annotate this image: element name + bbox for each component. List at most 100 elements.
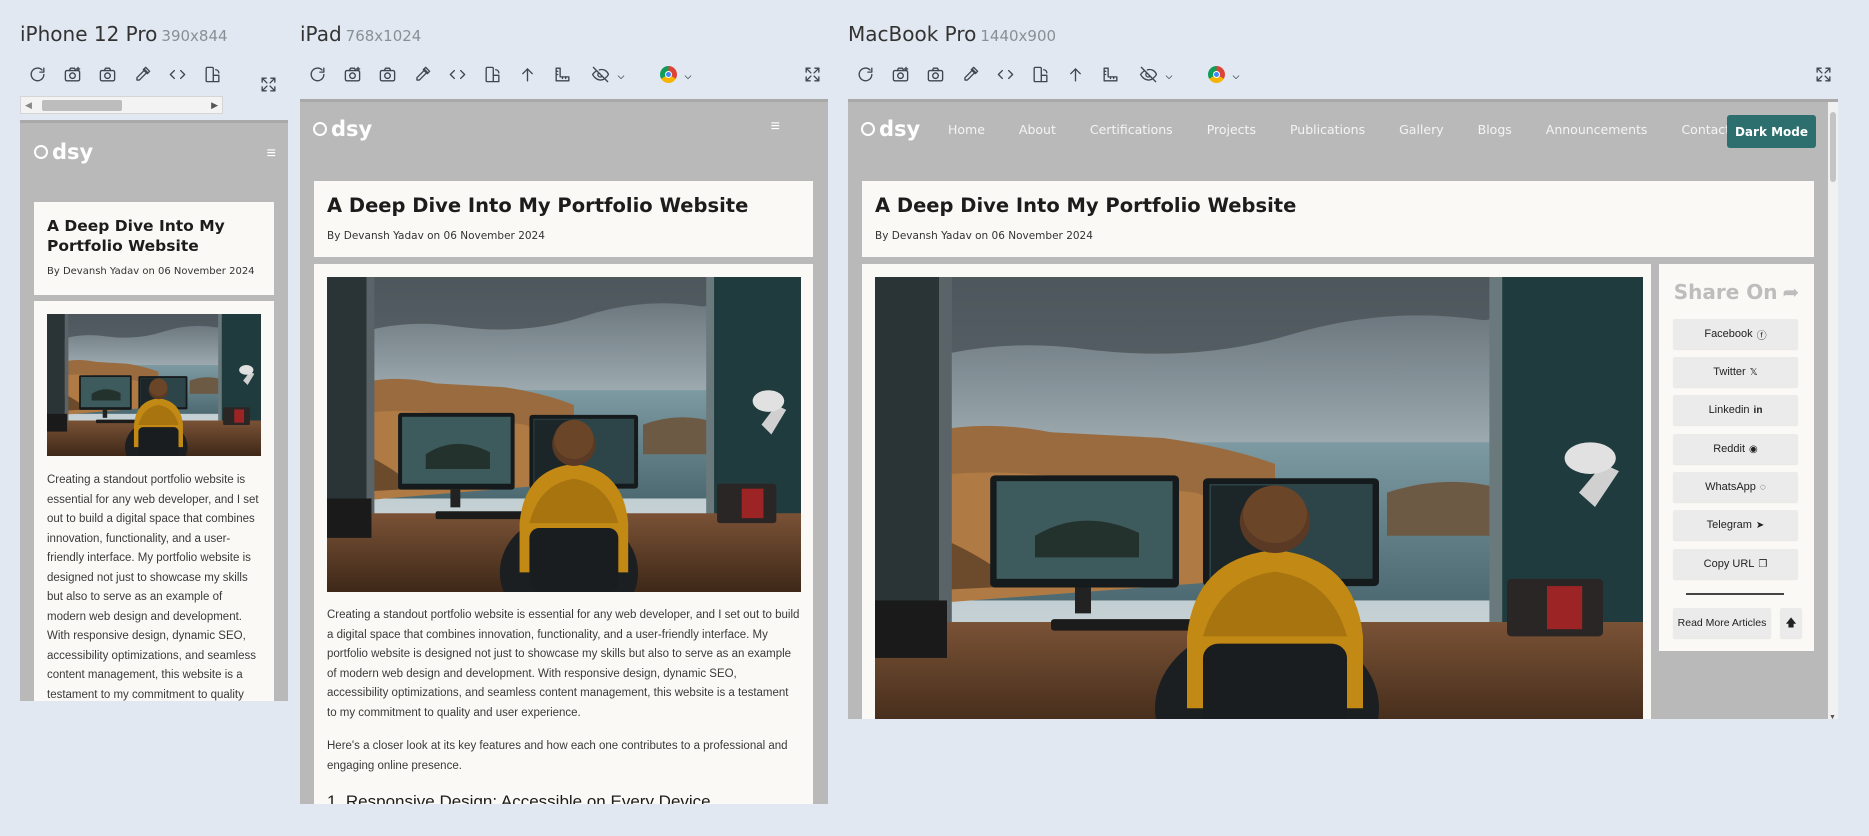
hamburger-menu-icon[interactable]: ≡	[267, 145, 276, 163]
iphone-preview: iPhone 12 Pro 390x844 ◀ ▶ dsy ≡ A Deep Di…	[20, 0, 290, 836]
logo-text: dsy	[52, 140, 94, 164]
post-hero-image	[47, 314, 261, 456]
copy-url-button[interactable]: Copy URL ❐	[1673, 549, 1798, 579]
rotate-icon[interactable]	[475, 62, 510, 86]
share-facebook-button[interactable]: Facebook ⓕ	[1673, 319, 1798, 349]
post-paragraph: Creating a standout portfolio website is…	[47, 474, 259, 701]
screenshot-toggle-icon[interactable]	[55, 62, 90, 86]
chevron-down-icon	[683, 69, 693, 79]
ruler-icon[interactable]	[1093, 62, 1128, 86]
camera-icon[interactable]	[918, 62, 953, 86]
eyedropper-icon[interactable]	[953, 62, 988, 86]
post-byline: By Devansh Yadav on 06 November 2024	[47, 266, 255, 277]
code-icon[interactable]	[160, 62, 195, 86]
chevron-down-icon	[1164, 69, 1174, 79]
scroll-thumb[interactable]	[42, 100, 122, 111]
device-toolbar	[848, 62, 1252, 86]
scroll-to-top-button[interactable]: 🡅	[1780, 608, 1802, 638]
nav-gallery[interactable]: Gallery	[1399, 122, 1444, 137]
reddit-icon: ◉	[1749, 443, 1758, 455]
page-title: A Deep Dive Into My Portfolio Website	[47, 217, 225, 255]
device-name: MacBook Pro	[848, 22, 977, 46]
logo-circle-icon	[313, 122, 327, 136]
post-byline: By Devansh Yadav on 06 November 2024	[327, 230, 545, 242]
share-whatsapp-button[interactable]: WhatsApp ◌	[1673, 472, 1798, 502]
horizontal-scrollbar[interactable]: ◀ ▶	[20, 96, 223, 114]
nav-projects[interactable]: Projects	[1207, 122, 1256, 137]
code-icon[interactable]	[988, 62, 1023, 86]
eyedropper-icon[interactable]	[125, 62, 160, 86]
eyedropper-icon[interactable]	[405, 62, 440, 86]
device-resolution: 1440x900	[980, 27, 1057, 45]
share-telegram-button[interactable]: Telegram ➤	[1673, 510, 1798, 540]
hide-elements-dropdown[interactable]	[580, 62, 636, 86]
read-more-articles-button[interactable]: Read More Articles	[1673, 608, 1771, 638]
share-divider	[1686, 593, 1784, 595]
share-title: Share On ➦	[1659, 280, 1814, 304]
post-header-card: A Deep Dive Into My Portfolio Website By…	[314, 181, 813, 257]
nav-certifications[interactable]: Certifications	[1090, 122, 1173, 137]
post-hero-image	[327, 277, 801, 592]
device-name: iPhone 12 Pro	[20, 22, 158, 46]
rotate-icon[interactable]	[1023, 62, 1058, 86]
site-logo[interactable]: dsy	[861, 117, 920, 141]
nav-home[interactable]: Home	[948, 122, 985, 137]
chevron-down-icon	[1231, 69, 1241, 79]
logo-circle-icon	[34, 145, 48, 159]
scroll-right-arrow[interactable]: ▶	[211, 100, 218, 111]
logo-text: dsy	[879, 117, 921, 141]
share-label: Linkedin	[1708, 404, 1750, 416]
fullscreen-icon[interactable]	[795, 62, 830, 86]
scroll-top-icon[interactable]	[510, 62, 545, 86]
site-logo[interactable]: dsy	[313, 117, 372, 141]
camera-icon[interactable]	[90, 62, 125, 86]
hamburger-menu-icon[interactable]: ≡	[771, 118, 780, 136]
nav-publications[interactable]: Publications	[1290, 122, 1365, 137]
share-label: Reddit	[1713, 443, 1746, 455]
facebook-icon: ⓕ	[1756, 330, 1767, 342]
ipad-viewport: dsy ≡ A Deep Dive Into My Portfolio Webs…	[300, 99, 828, 804]
iphone-viewport: dsy ≡ A Deep Dive Into My Portfolio Webs…	[20, 120, 288, 701]
device-resolution: 768x1024	[345, 27, 422, 45]
camera-icon[interactable]	[370, 62, 405, 86]
share-linkedin-button[interactable]: Linkedin in	[1673, 395, 1798, 425]
logo-circle-icon	[861, 122, 875, 136]
post-hero-image	[875, 277, 1643, 719]
post-body-card: Creating a standout portfolio website is…	[314, 264, 813, 804]
scroll-top-icon[interactable]	[1058, 62, 1093, 86]
vertical-scrollbar[interactable]: ▼	[1828, 102, 1838, 719]
share-arrow-icon: ➦	[1782, 280, 1800, 304]
device-label: iPad 768x1024	[300, 22, 421, 46]
ruler-icon[interactable]	[545, 62, 580, 86]
macbook-preview: MacBook Pro 1440x900 dsy Home About Certi…	[848, 0, 1848, 836]
screenshot-toggle-icon[interactable]	[335, 62, 370, 86]
rotate-icon[interactable]	[195, 62, 230, 86]
scroll-down-arrow[interactable]: ▼	[1829, 714, 1836, 719]
share-reddit-button[interactable]: Reddit ◉	[1673, 434, 1798, 464]
post-byline: By Devansh Yadav on 06 November 2024	[875, 230, 1093, 242]
screenshot-toggle-icon[interactable]	[883, 62, 918, 86]
site-logo[interactable]: dsy	[34, 140, 93, 164]
share-twitter-button[interactable]: Twitter 𝕏	[1673, 357, 1798, 387]
ipad-preview: iPad 768x1024 dsy ≡ A Deep Dive Into My P…	[300, 0, 830, 836]
page-title: A Deep Dive Into My Portfolio Website	[875, 194, 1297, 217]
nav-blogs[interactable]: Blogs	[1478, 122, 1512, 137]
scroll-thumb[interactable]	[1830, 112, 1836, 182]
chrome-icon	[659, 65, 677, 83]
nav-about[interactable]: About	[1019, 122, 1056, 137]
main-nav: Home About Certifications Projects Publi…	[948, 122, 1764, 137]
reload-icon[interactable]	[20, 62, 55, 86]
dark-mode-button[interactable]: Dark Mode	[1727, 115, 1816, 148]
scroll-left-arrow[interactable]: ◀	[25, 100, 32, 111]
nav-contact[interactable]: Contact	[1681, 122, 1730, 137]
reload-icon[interactable]	[848, 62, 883, 86]
post-body-card: Creating a standout portfolio website is…	[34, 301, 274, 701]
reload-icon[interactable]	[300, 62, 335, 86]
browser-select-dropdown[interactable]	[648, 62, 704, 86]
hide-elements-dropdown[interactable]	[1128, 62, 1184, 86]
fullscreen-icon[interactable]	[1806, 62, 1841, 86]
nav-announcements[interactable]: Announcements	[1546, 122, 1648, 137]
fullscreen-icon[interactable]	[251, 72, 286, 96]
browser-select-dropdown[interactable]	[1196, 62, 1252, 86]
code-icon[interactable]	[440, 62, 475, 86]
